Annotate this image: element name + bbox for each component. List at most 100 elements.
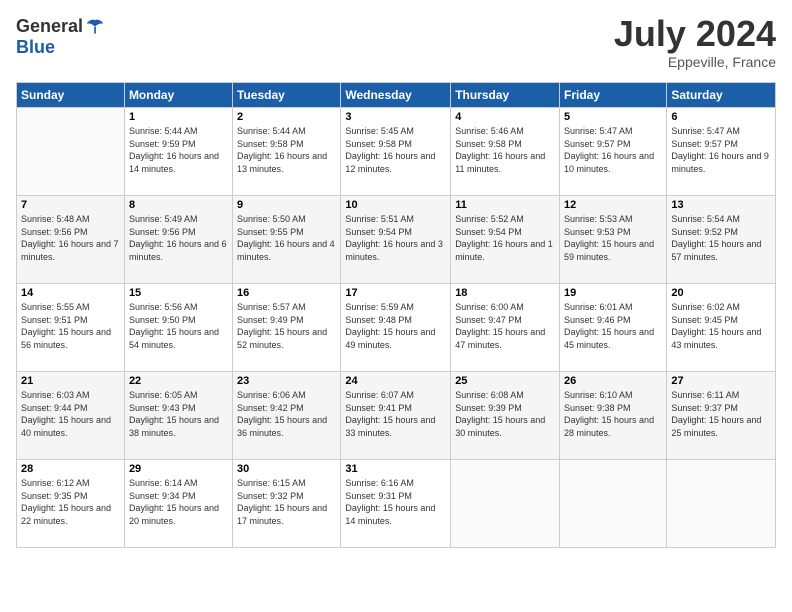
calendar-day-cell: 20 Sunrise: 6:02 AMSunset: 9:45 PMDayligh… xyxy=(667,284,776,372)
day-info: Sunrise: 5:50 AMSunset: 9:55 PMDaylight:… xyxy=(237,213,336,263)
day-number: 22 xyxy=(129,375,228,387)
calendar-day-cell: 21 Sunrise: 6:03 AMSunset: 9:44 PMDayligh… xyxy=(17,372,125,460)
day-number: 21 xyxy=(21,375,120,387)
day-number: 20 xyxy=(671,287,771,299)
day-number: 10 xyxy=(345,199,446,211)
day-info: Sunrise: 5:59 AMSunset: 9:48 PMDaylight:… xyxy=(345,301,446,351)
calendar-day-cell: 22 Sunrise: 6:05 AMSunset: 9:43 PMDayligh… xyxy=(124,372,232,460)
day-info: Sunrise: 5:47 AMSunset: 9:57 PMDaylight:… xyxy=(671,125,771,175)
day-info: Sunrise: 5:49 AMSunset: 9:56 PMDaylight:… xyxy=(129,213,228,263)
day-of-week-header: Thursday xyxy=(451,83,560,108)
calendar-day-cell: 9 Sunrise: 5:50 AMSunset: 9:55 PMDaylight… xyxy=(233,196,341,284)
day-info: Sunrise: 6:00 AMSunset: 9:47 PMDaylight:… xyxy=(455,301,555,351)
day-number: 8 xyxy=(129,199,228,211)
calendar-day-cell: 14 Sunrise: 5:55 AMSunset: 9:51 PMDayligh… xyxy=(17,284,125,372)
calendar-day-cell: 18 Sunrise: 6:00 AMSunset: 9:47 PMDayligh… xyxy=(451,284,560,372)
day-number: 23 xyxy=(237,375,336,387)
calendar-day-cell: 7Sunrise: 5:48 AMSunset: 9:56 PMDaylight… xyxy=(17,196,125,284)
day-info: Sunrise: 5:55 AMSunset: 9:51 PMDaylight:… xyxy=(21,301,120,351)
calendar-table: SundayMondayTuesdayWednesdayThursdayFrid… xyxy=(16,82,776,548)
day-number: 29 xyxy=(129,463,228,475)
day-info: Sunrise: 5:44 AMSunset: 9:59 PMDaylight:… xyxy=(129,125,228,175)
day-number: 27 xyxy=(671,375,771,387)
day-info: Sunrise: 5:51 AMSunset: 9:54 PMDaylight:… xyxy=(345,213,446,263)
calendar-day-cell: 5Sunrise: 5:47 AMSunset: 9:57 PMDaylight… xyxy=(560,108,667,196)
day-number: 6 xyxy=(671,111,771,123)
day-number: 31 xyxy=(345,463,446,475)
calendar-day-cell: 8 Sunrise: 5:49 AMSunset: 9:56 PMDaylight… xyxy=(124,196,232,284)
calendar-day-cell: 30Sunrise: 6:15 AMSunset: 9:32 PMDayligh… xyxy=(233,460,341,548)
day-number: 5 xyxy=(564,111,662,123)
calendar-day-cell: 3 Sunrise: 5:45 AMSunset: 9:58 PMDaylight… xyxy=(341,108,451,196)
day-number: 11 xyxy=(455,199,555,211)
day-number: 25 xyxy=(455,375,555,387)
day-number: 16 xyxy=(237,287,336,299)
calendar-day-cell xyxy=(451,460,560,548)
day-number: 18 xyxy=(455,287,555,299)
calendar-day-cell: 11 Sunrise: 5:52 AMSunset: 9:54 PMDayligh… xyxy=(451,196,560,284)
calendar-day-cell: 13Sunrise: 5:54 AMSunset: 9:52 PMDayligh… xyxy=(667,196,776,284)
day-info: Sunrise: 5:44 AMSunset: 9:58 PMDaylight:… xyxy=(237,125,336,175)
calendar-day-cell: 12 Sunrise: 5:53 AMSunset: 9:53 PMDayligh… xyxy=(560,196,667,284)
calendar-week-row: 28Sunrise: 6:12 AMSunset: 9:35 PMDayligh… xyxy=(17,460,776,548)
calendar-day-cell: 6 Sunrise: 5:47 AMSunset: 9:57 PMDaylight… xyxy=(667,108,776,196)
calendar-day-cell xyxy=(560,460,667,548)
calendar-day-cell: 19 Sunrise: 6:01 AMSunset: 9:46 PMDayligh… xyxy=(560,284,667,372)
day-info: Sunrise: 6:07 AMSunset: 9:41 PMDaylight:… xyxy=(345,389,446,439)
calendar-week-row: 7Sunrise: 5:48 AMSunset: 9:56 PMDaylight… xyxy=(17,196,776,284)
calendar-week-row: 14 Sunrise: 5:55 AMSunset: 9:51 PMDayligh… xyxy=(17,284,776,372)
calendar-day-cell: 24 Sunrise: 6:07 AMSunset: 9:41 PMDayligh… xyxy=(341,372,451,460)
day-number: 19 xyxy=(564,287,662,299)
day-number: 15 xyxy=(129,287,228,299)
logo-blue-text: Blue xyxy=(16,37,55,58)
day-number: 26 xyxy=(564,375,662,387)
calendar-day-cell: 25Sunrise: 6:08 AMSunset: 9:39 PMDayligh… xyxy=(451,372,560,460)
day-info: Sunrise: 6:06 AMSunset: 9:42 PMDaylight:… xyxy=(237,389,336,439)
day-number: 17 xyxy=(345,287,446,299)
day-number: 3 xyxy=(345,111,446,123)
day-info: Sunrise: 5:56 AMSunset: 9:50 PMDaylight:… xyxy=(129,301,228,351)
calendar-header-row: SundayMondayTuesdayWednesdayThursdayFrid… xyxy=(17,83,776,108)
day-info: Sunrise: 6:15 AMSunset: 9:32 PMDaylight:… xyxy=(237,477,336,527)
calendar-week-row: 21 Sunrise: 6:03 AMSunset: 9:44 PMDayligh… xyxy=(17,372,776,460)
day-of-week-header: Wednesday xyxy=(341,83,451,108)
day-info: Sunrise: 6:05 AMSunset: 9:43 PMDaylight:… xyxy=(129,389,228,439)
day-number: 7 xyxy=(21,199,120,211)
calendar-day-cell: 31 Sunrise: 6:16 AMSunset: 9:31 PMDayligh… xyxy=(341,460,451,548)
day-info: Sunrise: 5:45 AMSunset: 9:58 PMDaylight:… xyxy=(345,125,446,175)
day-info: Sunrise: 5:57 AMSunset: 9:49 PMDaylight:… xyxy=(237,301,336,351)
logo-general-text: General xyxy=(16,16,83,37)
calendar-day-cell: 2Sunrise: 5:44 AMSunset: 9:58 PMDaylight… xyxy=(233,108,341,196)
header: General Blue July 2024 Eppeville, France xyxy=(16,16,776,70)
month-title: July 2024 xyxy=(614,16,776,52)
calendar-day-cell: 17 Sunrise: 5:59 AMSunset: 9:48 PMDayligh… xyxy=(341,284,451,372)
day-info: Sunrise: 6:16 AMSunset: 9:31 PMDaylight:… xyxy=(345,477,446,527)
day-of-week-header: Saturday xyxy=(667,83,776,108)
day-number: 14 xyxy=(21,287,120,299)
calendar-day-cell: 4Sunrise: 5:46 AMSunset: 9:58 PMDaylight… xyxy=(451,108,560,196)
day-info: Sunrise: 5:52 AMSunset: 9:54 PMDaylight:… xyxy=(455,213,555,263)
day-info: Sunrise: 6:12 AMSunset: 9:35 PMDaylight:… xyxy=(21,477,120,527)
day-number: 12 xyxy=(564,199,662,211)
calendar-day-cell: 23 Sunrise: 6:06 AMSunset: 9:42 PMDayligh… xyxy=(233,372,341,460)
day-number: 24 xyxy=(345,375,446,387)
calendar-day-cell: 16 Sunrise: 5:57 AMSunset: 9:49 PMDayligh… xyxy=(233,284,341,372)
day-number: 4 xyxy=(455,111,555,123)
day-info: Sunrise: 6:01 AMSunset: 9:46 PMDaylight:… xyxy=(564,301,662,351)
day-of-week-header: Sunday xyxy=(17,83,125,108)
calendar-day-cell: 15 Sunrise: 5:56 AMSunset: 9:50 PMDayligh… xyxy=(124,284,232,372)
calendar-day-cell: 10 Sunrise: 5:51 AMSunset: 9:54 PMDayligh… xyxy=(341,196,451,284)
logo: General Blue xyxy=(16,16,105,58)
day-of-week-header: Friday xyxy=(560,83,667,108)
day-info: Sunrise: 6:02 AMSunset: 9:45 PMDaylight:… xyxy=(671,301,771,351)
day-info: Sunrise: 5:53 AMSunset: 9:53 PMDaylight:… xyxy=(564,213,662,263)
day-number: 9 xyxy=(237,199,336,211)
calendar-day-cell: 26Sunrise: 6:10 AMSunset: 9:38 PMDayligh… xyxy=(560,372,667,460)
day-info: Sunrise: 6:03 AMSunset: 9:44 PMDaylight:… xyxy=(21,389,120,439)
day-info: Sunrise: 6:14 AMSunset: 9:34 PMDaylight:… xyxy=(129,477,228,527)
calendar-day-cell xyxy=(17,108,125,196)
calendar-day-cell: 28Sunrise: 6:12 AMSunset: 9:35 PMDayligh… xyxy=(17,460,125,548)
calendar-week-row: 1Sunrise: 5:44 AMSunset: 9:59 PMDaylight… xyxy=(17,108,776,196)
day-info: Sunrise: 6:11 AMSunset: 9:37 PMDaylight:… xyxy=(671,389,771,439)
calendar-day-cell: 27 Sunrise: 6:11 AMSunset: 9:37 PMDayligh… xyxy=(667,372,776,460)
